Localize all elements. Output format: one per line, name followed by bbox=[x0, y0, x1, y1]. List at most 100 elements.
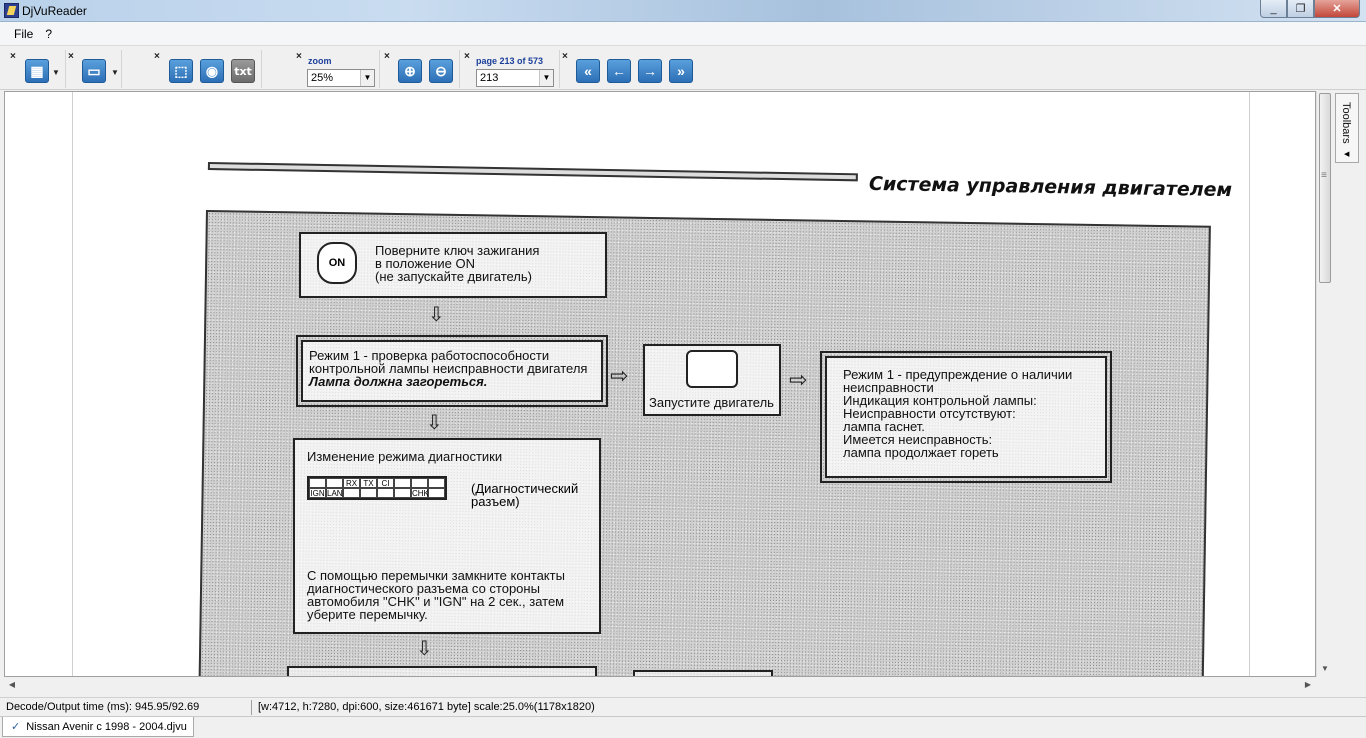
close-button[interactable]: ✕ bbox=[1314, 0, 1360, 18]
zoom-label: zoom bbox=[308, 56, 332, 66]
toolbar-group-page: × ▭ ▼ bbox=[68, 50, 122, 88]
tab-document[interactable]: ✓ Nissan Avenir c 1998 - 2004.djvu bbox=[2, 717, 194, 737]
toolbar-group-zoom: × zoom 25% ▼ bbox=[296, 50, 380, 88]
chevron-down-icon[interactable]: ▼ bbox=[111, 68, 119, 77]
status-divider bbox=[251, 700, 252, 715]
last-page-icon: » bbox=[677, 63, 685, 79]
toolbar-close-icon[interactable]: × bbox=[154, 52, 160, 62]
chevron-down-icon[interactable]: ▼ bbox=[360, 70, 374, 86]
connector-caption: (Диагностический разъем) bbox=[471, 482, 578, 508]
connector-pin: RX bbox=[343, 478, 360, 488]
flow-arrow-right-icon: ⇨ bbox=[610, 364, 629, 389]
flow-text-bold: Лампа должна загореться. bbox=[309, 374, 488, 389]
toolbar-group-navigation: × « ← → » bbox=[562, 50, 698, 88]
flow-box-mode1-warning: Режим 1 - предупреждение о наличии неисп… bbox=[820, 351, 1112, 483]
first-page-button[interactable]: « bbox=[576, 59, 600, 83]
scroll-left-icon[interactable]: ◀ bbox=[4, 677, 20, 693]
connector-pin bbox=[428, 488, 445, 498]
connector-pin bbox=[326, 478, 343, 488]
scroll-down-icon[interactable]: ▼ bbox=[1317, 661, 1333, 677]
connector-pin bbox=[411, 478, 428, 488]
flow-text: уберите перемычку. bbox=[307, 607, 428, 622]
window-title: DjVuReader bbox=[22, 4, 87, 18]
flow-arrow-right-icon: ⇨ bbox=[789, 368, 808, 393]
zoom-select[interactable]: 25% ▼ bbox=[307, 69, 375, 87]
flow-box-partial bbox=[287, 666, 597, 676]
toolbar-close-icon[interactable]: × bbox=[562, 52, 568, 62]
select-image-button[interactable]: ◉ bbox=[200, 59, 224, 83]
connector-pin bbox=[309, 478, 326, 488]
connector-pin bbox=[377, 488, 394, 498]
flow-title: Изменение режима диагностики bbox=[307, 449, 503, 464]
flow-box-mode1-check: Режим 1 - проверка работоспособности кон… bbox=[296, 335, 608, 407]
last-page-button[interactable]: » bbox=[669, 59, 693, 83]
select-text-button[interactable]: txt bbox=[231, 59, 255, 83]
heading-bar bbox=[207, 162, 858, 182]
flow-text: (не запускайте двигатель) bbox=[375, 269, 532, 284]
menu-file[interactable]: File bbox=[8, 27, 39, 41]
previous-page-button[interactable]: ← bbox=[607, 59, 631, 83]
document-tab-bar: ✓ Nissan Avenir c 1998 - 2004.djvu bbox=[0, 716, 1366, 738]
flow-arrow-down-icon: ⇩ bbox=[426, 410, 443, 434]
toolbar-group-page-number: × page 213 of 573 213 ▼ bbox=[464, 50, 560, 88]
maximize-button[interactable]: ❐ bbox=[1287, 0, 1314, 18]
connector-pin bbox=[394, 488, 411, 498]
page-heading: Система управления двигателем bbox=[868, 172, 1233, 202]
image-info-status: [w:4712, h:7280, dpi:600, size:461671 by… bbox=[258, 701, 595, 713]
diagnostic-connector-icon: RX TX CI IGN LAN CHK bbox=[307, 476, 447, 500]
menu-help[interactable]: ? bbox=[39, 27, 58, 41]
menu-bar: File ? bbox=[0, 22, 1366, 46]
page-icon: ▭ bbox=[87, 62, 101, 79]
toolbar-group-view: × ▦ ▼ bbox=[10, 50, 66, 88]
connector-pin bbox=[428, 478, 445, 488]
chevron-down-icon[interactable]: ▼ bbox=[52, 68, 60, 77]
toolbar-close-icon[interactable]: × bbox=[384, 52, 390, 62]
scroll-right-icon[interactable]: ▶ bbox=[1300, 677, 1316, 693]
toolbars-tab-label: Toolbars bbox=[1340, 102, 1352, 144]
page-value: 213 bbox=[480, 72, 499, 84]
zoom-in-icon: ⊕ bbox=[404, 62, 416, 79]
connector-pin bbox=[360, 488, 377, 498]
toolbar-close-icon[interactable]: × bbox=[10, 52, 16, 62]
toolbars-tab[interactable]: Toolbars ◀ bbox=[1335, 93, 1359, 163]
flow-arrow-down-icon: ⇩ bbox=[416, 636, 433, 660]
document-viewport[interactable]: Система управления двигателем Поверните … bbox=[4, 91, 1316, 677]
zoom-out-button[interactable]: ⊖ bbox=[429, 59, 453, 83]
toolbar: × ▦ ▼ × ▭ ▼ × ⬚ ◉ txt × zoom 25% ▼ × ⊕ ⊖… bbox=[0, 46, 1366, 90]
page-select[interactable]: 213 ▼ bbox=[476, 69, 554, 87]
triangle-left-icon: ◀ bbox=[1344, 151, 1350, 158]
flow-arrow-down-icon: ⇩ bbox=[428, 302, 445, 326]
select-region-button[interactable]: ⬚ bbox=[169, 59, 193, 83]
flow-box-partial bbox=[633, 670, 773, 676]
page-layout-button[interactable]: ▭ bbox=[82, 59, 106, 83]
connector-pin: LAN bbox=[326, 488, 343, 498]
vertical-scrollbar[interactable]: ▲ ▼ bbox=[1316, 91, 1332, 677]
decode-time-status: Decode/Output time (ms): 945.95/92.69 bbox=[6, 701, 200, 713]
connector-pin: IGN bbox=[309, 488, 326, 498]
toolbar-close-icon[interactable]: × bbox=[464, 52, 470, 62]
horizontal-scrollbar[interactable]: ◀ ▶ bbox=[4, 677, 1316, 693]
toolbar-close-icon[interactable]: × bbox=[296, 52, 302, 62]
view-mode-button[interactable]: ▦ bbox=[25, 59, 49, 83]
zoom-out-icon: ⊖ bbox=[435, 62, 447, 79]
image-icon: ◉ bbox=[205, 62, 219, 79]
first-page-icon: « bbox=[584, 63, 592, 79]
document-page: Система управления двигателем Поверните … bbox=[72, 92, 1250, 676]
toolbar-close-icon[interactable]: × bbox=[68, 52, 74, 62]
zoom-in-button[interactable]: ⊕ bbox=[398, 59, 422, 83]
next-page-button[interactable]: → bbox=[638, 59, 662, 83]
scrollbar-thumb[interactable] bbox=[1319, 93, 1331, 283]
toolbar-group-tools: × ⬚ ◉ txt bbox=[154, 50, 262, 88]
minimize-button[interactable]: _ bbox=[1260, 0, 1287, 18]
app-logo-icon bbox=[4, 3, 19, 18]
page-count-label: page 213 of 573 bbox=[476, 56, 544, 66]
chevron-down-icon[interactable]: ▼ bbox=[539, 70, 553, 86]
flow-text: Запустите двигатель bbox=[649, 395, 774, 410]
flow-box-diagnostic-mode: Изменение режима диагностики С помощью п… bbox=[293, 438, 601, 634]
flow-text: разъем) bbox=[471, 494, 520, 509]
previous-page-icon: ← bbox=[612, 63, 626, 79]
selection-rect-icon: ⬚ bbox=[174, 62, 188, 79]
toolbar-group-zoom-buttons: × ⊕ ⊖ bbox=[384, 50, 460, 88]
title-bar: DjVuReader _ ❐ ✕ bbox=[0, 0, 1366, 22]
zoom-value: 25% bbox=[311, 72, 334, 84]
